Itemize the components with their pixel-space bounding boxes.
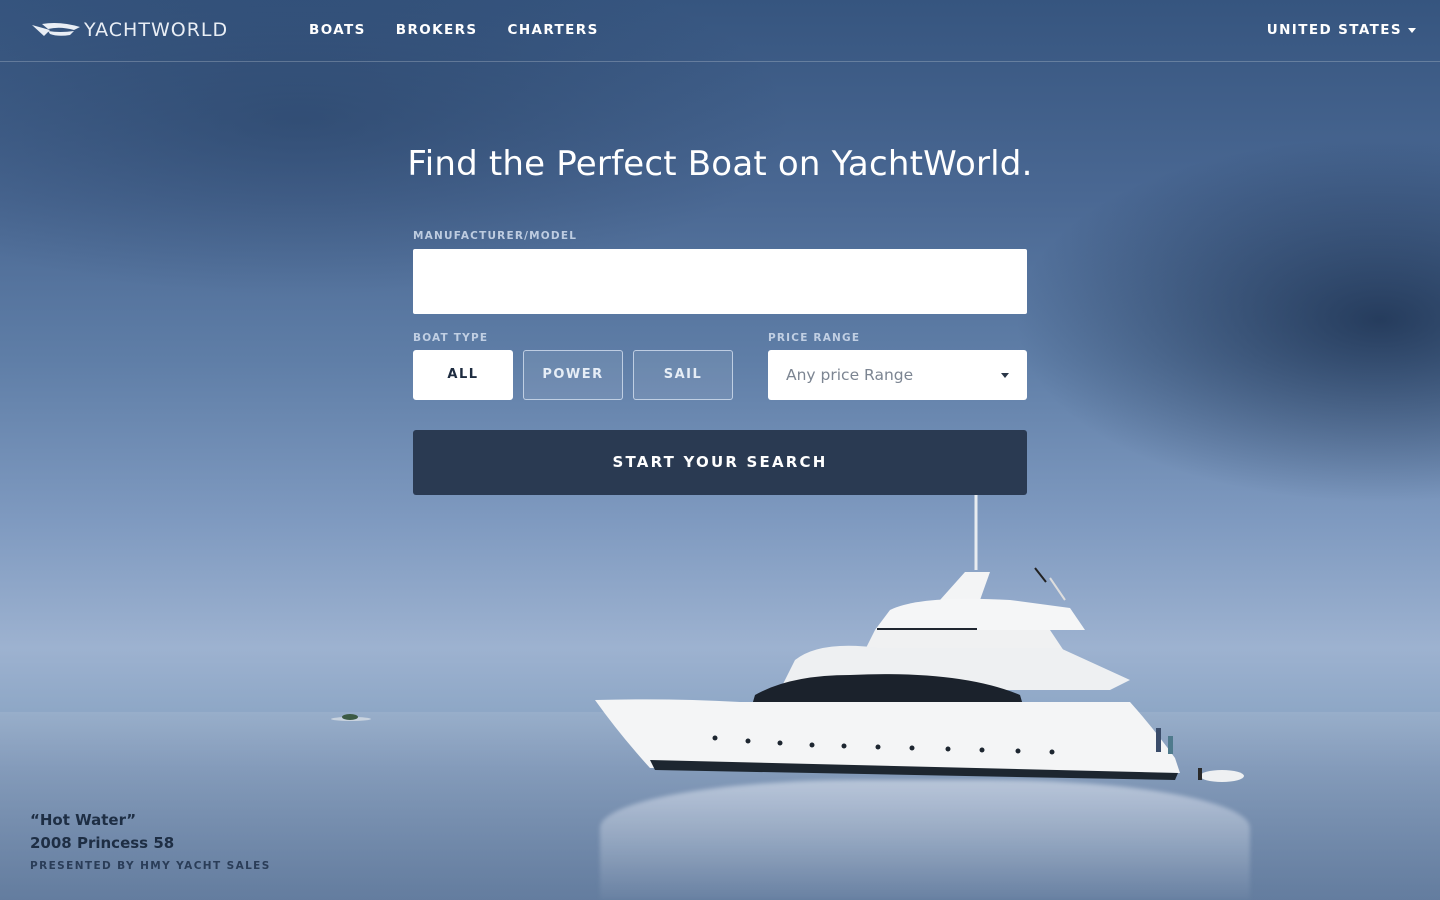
region-label: UNITED STATES bbox=[1266, 22, 1402, 38]
logo-text: YACHTWORLD bbox=[84, 19, 229, 41]
photo-credit: “Hot Water” 2008 Princess 58 PRESENTED B… bbox=[30, 811, 271, 872]
nav-boats[interactable]: BOATS bbox=[309, 22, 366, 38]
boat-type-all-button[interactable]: ALL bbox=[413, 350, 513, 400]
page-title: Find the Perfect Boat on YachtWorld. bbox=[407, 144, 1033, 184]
boat-type-sail-button[interactable]: SAIL bbox=[633, 350, 733, 400]
nav-brokers[interactable]: BROKERS bbox=[396, 22, 478, 38]
credit-boat-name: “Hot Water” bbox=[30, 811, 137, 829]
distant-island bbox=[331, 714, 371, 721]
yacht-reflection bbox=[600, 780, 1250, 900]
manufacturer-model-input[interactable] bbox=[413, 249, 1027, 314]
yacht-image bbox=[595, 495, 1244, 782]
chevron-down-icon bbox=[1408, 27, 1416, 33]
chevron-down-icon bbox=[1001, 372, 1009, 378]
boat-type-power-button[interactable]: POWER bbox=[523, 350, 623, 400]
region-selector[interactable]: UNITED STATES bbox=[1267, 22, 1416, 38]
price-range-select[interactable]: Any price Range bbox=[768, 350, 1027, 400]
manufacturer-label: MANUFACTURER/MODEL bbox=[413, 230, 578, 242]
price-range-value: Any price Range bbox=[786, 366, 914, 384]
yachtworld-logo-icon bbox=[32, 23, 80, 36]
credit-boat-model: 2008 Princess 58 bbox=[30, 834, 175, 852]
nav-charters[interactable]: CHARTERS bbox=[508, 22, 599, 38]
yachtworld-logo[interactable]: YACHTWORLD bbox=[30, 19, 228, 41]
boat-type-label: BOAT TYPE bbox=[413, 332, 489, 344]
start-search-button[interactable]: START YOUR SEARCH bbox=[413, 430, 1027, 495]
price-range-label: PRICE RANGE bbox=[768, 332, 861, 344]
main-nav: BOATS BROKERS CHARTERS bbox=[309, 22, 629, 38]
top-navigation-bar: YACHTWORLD BOATS BROKERS CHARTERS UNITED… bbox=[0, 0, 1440, 62]
credit-presented-by[interactable]: PRESENTED BY HMY YACHT SALES bbox=[30, 860, 271, 872]
